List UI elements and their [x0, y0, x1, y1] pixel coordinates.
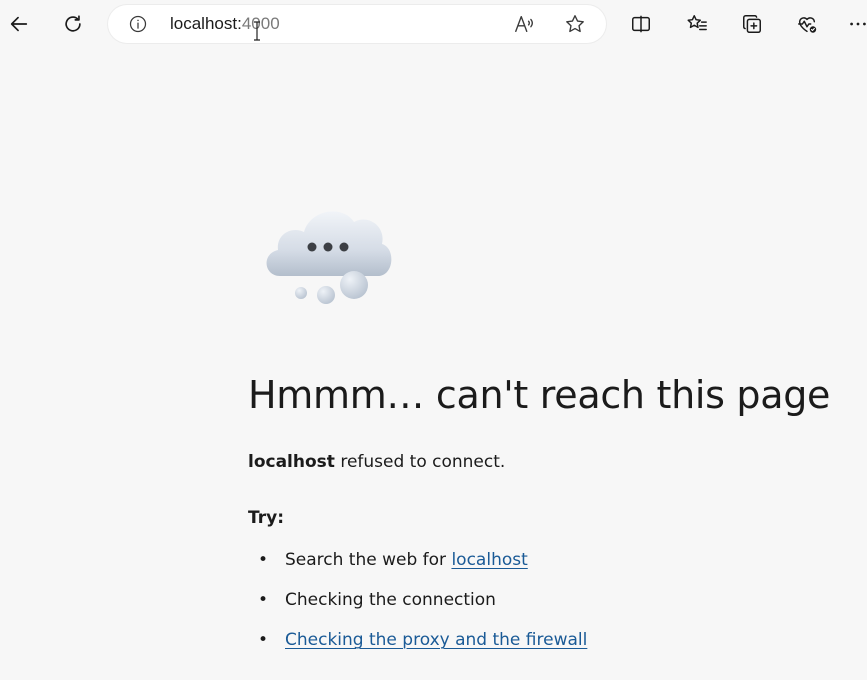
bullet: •: [258, 590, 269, 610]
info-icon[interactable]: [128, 14, 148, 34]
url-host: localhost:: [170, 14, 242, 33]
back-button[interactable]: [1, 6, 37, 42]
favorite-star-icon[interactable]: [564, 13, 586, 35]
error-subtitle: localhost refused to connect.: [248, 451, 505, 473]
suggestion-text: Checking the connection: [285, 590, 496, 610]
collections-icon: [743, 15, 761, 33]
try-label: Try:: [248, 508, 284, 528]
bullet: •: [258, 550, 269, 570]
more-icon: [850, 22, 866, 26]
browser-essentials-icon: [798, 17, 817, 33]
refresh-button[interactable]: [55, 6, 91, 42]
bullet: •: [258, 630, 269, 650]
browser-toolbar: localhost:4000: [0, 0, 867, 48]
error-message: refused to connect.: [334, 452, 506, 472]
cloud-illustration: [266, 211, 392, 304]
favorites-list-icon: [687, 15, 707, 31]
split-screen-button[interactable]: [623, 6, 659, 42]
read-aloud-icon[interactable]: [513, 13, 535, 35]
suggestion-text: Search the web for localhost: [285, 548, 528, 572]
favorites-button[interactable]: [679, 6, 715, 42]
proxy-firewall-link[interactable]: Checking the proxy and the firewall: [285, 630, 587, 650]
split-screen-icon: [632, 15, 650, 33]
address-bar[interactable]: localhost:4000: [108, 5, 606, 43]
url-text[interactable]: localhost:4000: [170, 14, 280, 34]
suggestion-text: Checking the proxy and the firewall: [285, 628, 587, 652]
suggestion-prefix: Search the web for: [285, 550, 452, 570]
error-host: localhost: [248, 452, 335, 472]
more-button[interactable]: [840, 6, 867, 42]
browser-essentials-button[interactable]: [789, 6, 825, 42]
collections-button[interactable]: [734, 6, 770, 42]
refresh-icon: [65, 15, 81, 32]
error-heading: Hmmm… can't reach this page: [248, 373, 831, 417]
search-web-link[interactable]: localhost: [451, 550, 527, 570]
back-arrow-icon: [10, 16, 28, 32]
text-cursor-icon: [254, 21, 260, 41]
